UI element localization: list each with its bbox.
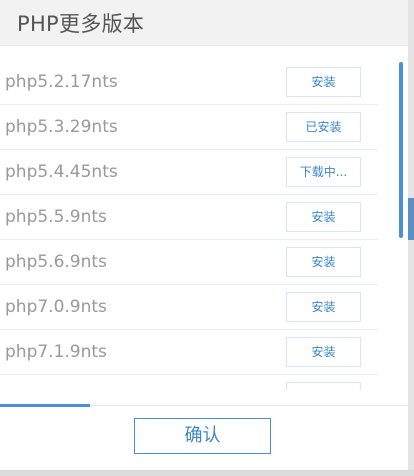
footer-accent-bar — [0, 404, 90, 407]
version-row — [0, 375, 378, 390]
install-button[interactable]: 安装 — [286, 292, 361, 322]
install-button[interactable]: 安装 — [286, 247, 361, 277]
background-scrollbar[interactable] — [408, 198, 414, 240]
list-scrollbar[interactable] — [399, 62, 403, 238]
version-name: php7.1.9nts — [5, 342, 107, 362]
version-name: php5.6.9nts — [5, 252, 107, 272]
version-row: php5.3.29nts 已安装 — [0, 105, 378, 150]
dialog-title-bar: PHP更多版本 — [0, 0, 408, 46]
version-row: php5.6.9nts 安装 — [0, 240, 378, 285]
version-row: php7.1.9nts 安装 — [0, 330, 378, 375]
version-name: php7.0.9nts — [5, 297, 107, 317]
install-button[interactable]: 安装 — [286, 337, 361, 367]
version-row: php5.5.9nts 安装 — [0, 195, 378, 240]
version-name: php5.5.9nts — [5, 207, 107, 227]
dialog-bottom-shadow — [0, 470, 414, 476]
installed-button[interactable]: 已安装 — [286, 112, 361, 142]
version-row: php5.2.17nts 安装 — [0, 60, 378, 105]
install-button[interactable]: 安装 — [286, 202, 361, 232]
version-name: php5.4.45nts — [5, 162, 118, 182]
version-row: php7.0.9nts 安装 — [0, 285, 378, 330]
version-name: php5.3.29nts — [5, 117, 118, 137]
version-name: php5.2.17nts — [5, 72, 118, 92]
version-list[interactable]: php5.2.17nts 安装 php5.3.29nts 已安装 php5.4.… — [0, 60, 378, 390]
downloading-button[interactable]: 下载中... — [286, 157, 361, 187]
dialog-title: PHP更多版本 — [17, 12, 145, 36]
install-button[interactable]: 安装 — [286, 67, 361, 97]
install-button[interactable] — [286, 382, 361, 390]
php-versions-dialog: PHP更多版本 php5.2.17nts 安装 php5.3.29nts 已安装… — [0, 0, 408, 470]
version-row: php5.4.45nts 下载中... — [0, 150, 378, 195]
confirm-button[interactable]: 确认 — [134, 418, 271, 454]
